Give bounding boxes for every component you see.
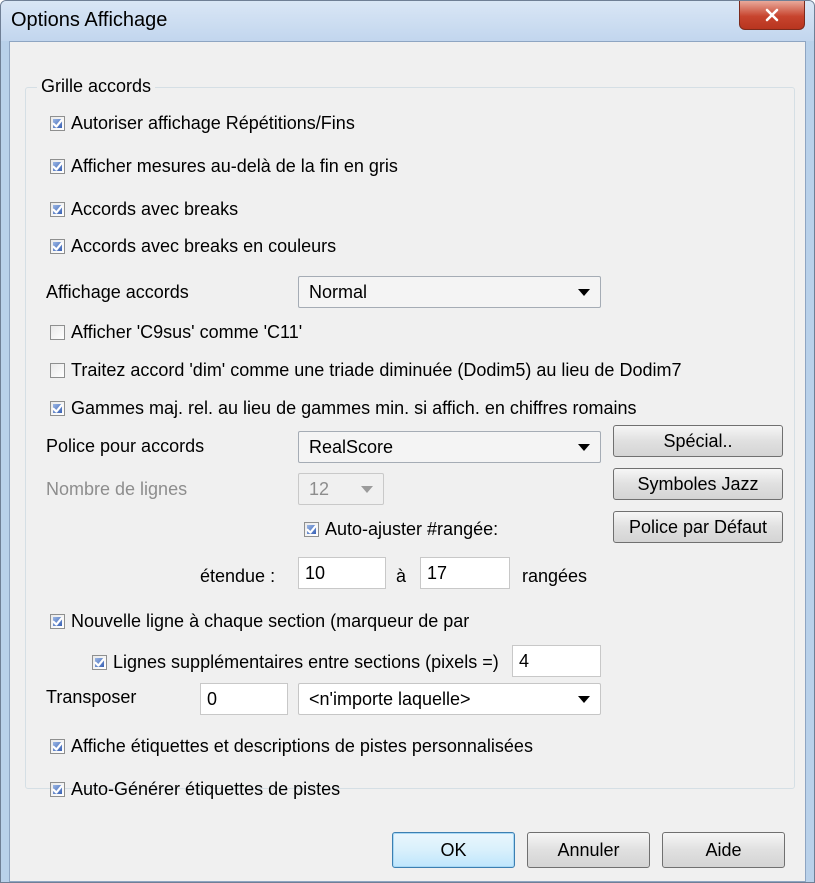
checkbox-box xyxy=(50,363,65,378)
ok-button[interactable]: OK xyxy=(392,832,515,868)
checkbox-chords-with-breaks[interactable]: Accords avec breaks xyxy=(50,199,238,220)
check-icon xyxy=(52,205,63,214)
checkbox-label: Auto-Générer étiquettes de pistes xyxy=(71,779,341,799)
close-button[interactable] xyxy=(739,1,805,30)
checkbox-box xyxy=(50,325,65,340)
checkbox-label: Afficher mesures au-delà de la fin en gr… xyxy=(71,156,398,176)
dialog-title: Options Affichage xyxy=(11,9,168,31)
line-count-label: Nombre de lignes xyxy=(46,479,188,499)
transpose-key-value: <n'importe laquelle> xyxy=(309,688,471,709)
special-button-label: Spécial.. xyxy=(663,430,733,451)
checkbox-label: Accords avec breaks xyxy=(71,199,239,219)
range-from-input[interactable]: 10 xyxy=(298,557,386,589)
line-count-select[interactable]: 12 xyxy=(298,473,384,505)
transpose-key-select[interactable]: <n'importe laquelle> xyxy=(298,683,601,715)
extra-lines-input[interactable]: 4 xyxy=(512,645,601,677)
check-icon xyxy=(52,119,63,128)
range-unit-label: rangées xyxy=(522,566,588,586)
range-from-value: 10 xyxy=(305,562,326,583)
checkbox-label: Auto-ajuster #rangée: xyxy=(325,519,499,539)
checkbox-box xyxy=(50,614,65,629)
chord-font-value: RealScore xyxy=(309,436,394,457)
transpose-value: 0 xyxy=(207,688,218,709)
checkbox-label: Autoriser affichage Répétitions/Fins xyxy=(71,113,355,133)
checkbox-box xyxy=(50,239,65,254)
checkbox-box xyxy=(50,202,65,217)
checkbox-relative-major-roman[interactable]: Gammes maj. rel. au lieu de gammes min. … xyxy=(50,398,637,419)
check-icon xyxy=(306,525,317,534)
checkbox-allow-repeats-endings[interactable]: Autoriser affichage Répétitions/Fins xyxy=(50,113,355,134)
checkbox-box xyxy=(50,401,65,416)
checkbox-label: Nouvelle ligne à chaque section (marqueu… xyxy=(71,611,470,631)
check-icon xyxy=(52,785,63,794)
checkbox-c9sus-as-c11[interactable]: Afficher 'C9sus' comme 'C11' xyxy=(50,322,302,343)
checkbox-box xyxy=(304,522,319,537)
chevron-down-icon xyxy=(578,443,590,451)
extra-lines-value: 4 xyxy=(519,650,530,671)
checkbox-box xyxy=(50,116,65,131)
check-icon xyxy=(52,617,63,626)
cancel-button-label: Annuler xyxy=(557,839,620,860)
close-icon xyxy=(765,8,779,22)
chevron-down-icon xyxy=(578,695,590,703)
check-icon xyxy=(52,404,63,413)
checkbox-label: Afficher 'C9sus' comme 'C11' xyxy=(71,322,303,342)
chord-display-select[interactable]: Normal xyxy=(298,276,601,308)
help-button[interactable]: Aide xyxy=(662,832,785,868)
checkbox-label: Affiche étiquettes et descriptions de pi… xyxy=(71,736,533,756)
checkbox-box xyxy=(50,159,65,174)
chord-display-label: Affichage accords xyxy=(46,282,189,302)
special-button[interactable]: Spécial.. xyxy=(613,425,783,457)
check-icon xyxy=(94,658,105,667)
help-button-label: Aide xyxy=(705,839,742,860)
check-icon xyxy=(52,742,63,751)
range-to-input[interactable]: 17 xyxy=(420,557,510,589)
checkbox-box xyxy=(92,655,107,670)
checkbox-extra-lines-between-sections[interactable]: Lignes supplémentaires entre sections (p… xyxy=(92,652,499,673)
checkbox-label: Traitez accord 'dim' comme une triade di… xyxy=(71,360,682,380)
transpose-label: Transposer xyxy=(46,687,137,707)
chevron-down-icon xyxy=(578,288,590,296)
cancel-button[interactable]: Annuler xyxy=(527,832,650,868)
transpose-input[interactable]: 0 xyxy=(200,683,288,715)
checkbox-label: Gammes maj. rel. au lieu de gammes min. … xyxy=(71,398,637,418)
default-font-button[interactable]: Police par Défaut xyxy=(613,511,783,543)
chord-font-label: Police pour accords xyxy=(46,436,205,456)
ok-button-label: OK xyxy=(440,839,467,860)
range-label: étendue : xyxy=(200,566,276,586)
chord-display-value: Normal xyxy=(309,281,368,302)
check-icon xyxy=(52,162,63,171)
checkbox-auto-adjust-rows[interactable]: Auto-ajuster #rangée: xyxy=(304,519,498,540)
checkbox-box xyxy=(50,782,65,797)
checkbox-show-bars-past-end-grey[interactable]: Afficher mesures au-delà de la fin en gr… xyxy=(50,156,398,177)
default-font-button-label: Police par Défaut xyxy=(628,516,768,537)
range-to-value: 17 xyxy=(427,562,448,583)
checkbox-custom-track-labels[interactable]: Affiche étiquettes et descriptions de pi… xyxy=(50,736,533,757)
checkbox-box xyxy=(50,739,65,754)
jazz-symbols-button-label: Symboles Jazz xyxy=(637,473,759,494)
checkbox-label: Accords avec breaks en couleurs xyxy=(71,236,337,256)
jazz-symbols-button[interactable]: Symboles Jazz xyxy=(613,468,783,500)
checkbox-auto-generate-track-labels[interactable]: Auto-Générer étiquettes de pistes xyxy=(50,779,340,800)
checkbox-chords-with-breaks-color[interactable]: Accords avec breaks en couleurs xyxy=(50,236,336,257)
check-icon xyxy=(52,242,63,251)
range-to-label: à xyxy=(396,566,407,586)
line-count-value: 12 xyxy=(309,478,330,499)
checkbox-dim-as-triad[interactable]: Traitez accord 'dim' comme une triade di… xyxy=(50,360,681,381)
chord-font-select[interactable]: RealScore xyxy=(298,431,601,463)
checkbox-label: Lignes supplémentaires entre sections (p… xyxy=(113,652,499,672)
checkbox-new-line-each-section[interactable]: Nouvelle ligne à chaque section (marqueu… xyxy=(50,611,469,632)
group-label: Grille accords xyxy=(37,76,156,97)
chevron-down-icon xyxy=(361,485,373,493)
title-bar: Options Affichage xyxy=(1,1,814,41)
